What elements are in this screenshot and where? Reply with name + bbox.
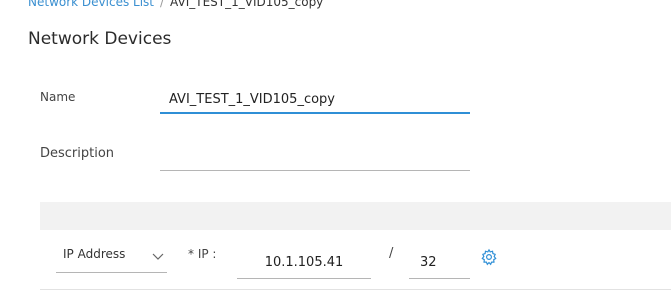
breadcrumb-link-network-devices-list[interactable]: Network Devices List	[28, 0, 154, 9]
breadcrumb-separator: /	[160, 0, 165, 9]
description-label: Description	[40, 146, 115, 161]
subnet-mask-input[interactable]	[409, 246, 470, 279]
ip-type-selected-value: IP Address	[63, 247, 126, 261]
ip-label: * IP :	[188, 247, 217, 261]
chevron-down-icon	[152, 253, 164, 260]
description-input[interactable]	[160, 143, 470, 171]
section-band	[40, 202, 671, 230]
ip-address-input[interactable]	[237, 246, 371, 279]
name-label: Name	[40, 90, 76, 104]
gear-icon[interactable]	[480, 248, 498, 266]
ip-row-divider	[40, 289, 671, 290]
ip-type-select[interactable]: IP Address	[56, 243, 167, 273]
name-input[interactable]	[160, 86, 470, 114]
breadcrumb: Network Devices List / AVI_TEST_1_VID105_c…	[28, 0, 323, 10]
page-title: Network Devices	[28, 29, 172, 49]
breadcrumb-current: AVI_TEST_1_VID105_copy	[170, 0, 324, 9]
subnet-separator: /	[389, 246, 394, 261]
